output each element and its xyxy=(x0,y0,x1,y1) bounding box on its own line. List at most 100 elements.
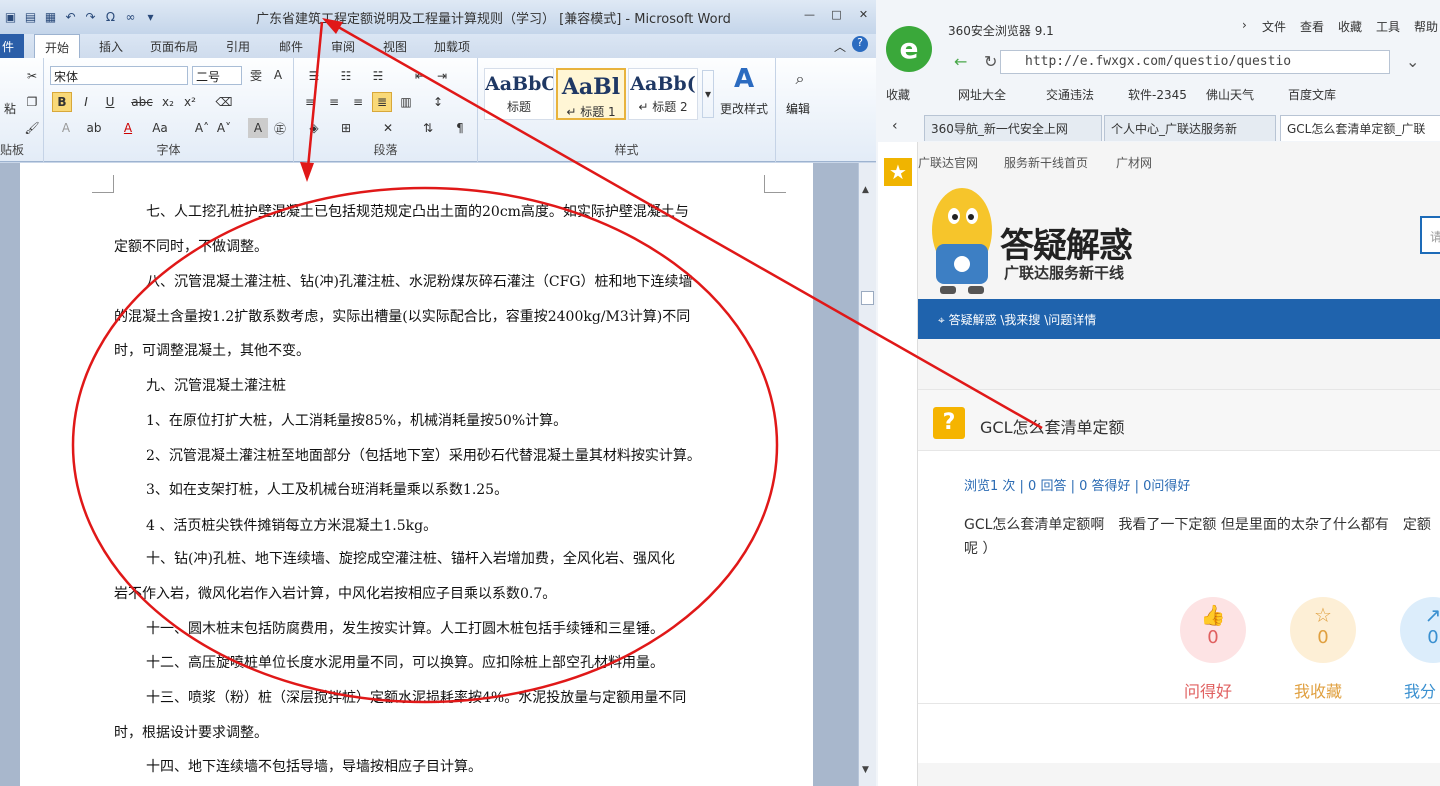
document-line[interactable]: 时，可调整混凝土，其他不变。 xyxy=(114,340,770,360)
tab-scroll-left-icon[interactable]: ‹ xyxy=(892,118,898,134)
document-line[interactable]: 七、人工挖孔桩护壁混凝土已包括规范规定凸出土面的20cm高度。如实际护壁混凝土与 xyxy=(146,201,802,221)
grow-font-icon[interactable]: A˄ xyxy=(192,118,212,138)
bookmark-favorites[interactable]: 收藏 xyxy=(886,86,910,103)
print-icon[interactable]: ▦ xyxy=(42,8,59,25)
browser-tab-gcl[interactable]: GCL怎么套清单定额_广联 xyxy=(1280,115,1440,141)
numbering-icon[interactable]: ☷ xyxy=(336,66,356,86)
scroll-down-icon[interactable]: ▼ xyxy=(862,765,869,775)
enclose-char-icon[interactable]: ㊣ xyxy=(270,118,290,138)
close-icon[interactable]: ✕ xyxy=(852,8,875,24)
distributed-icon[interactable]: ▥ xyxy=(396,92,416,112)
tab-mailings[interactable]: 邮件 xyxy=(279,38,303,55)
favorite-label[interactable]: 我收藏 xyxy=(1294,678,1342,702)
back-icon[interactable]: ← xyxy=(954,52,967,71)
tab-file[interactable]: 件 xyxy=(0,34,24,58)
decrease-indent-icon[interactable]: ⇤ xyxy=(410,66,430,86)
font-size-select[interactable]: 二号 xyxy=(192,66,242,85)
document-line[interactable]: 十、钻(冲)孔桩、地下连续墙、旋挖成空灌注桩、锚杆入岩增加费，全风化岩、强风化 xyxy=(146,548,802,568)
save-icon[interactable]: ▣ xyxy=(2,8,19,25)
font-color-icon[interactable]: A xyxy=(118,118,138,138)
bookmark-weather[interactable]: 佛山天气 xyxy=(1206,86,1254,103)
document-line[interactable]: 时，根据设计要求调整。 xyxy=(114,722,770,742)
maximize-icon[interactable]: □ xyxy=(825,8,848,24)
browser-tab-personal-center[interactable]: 个人中心_广联达服务新 xyxy=(1104,115,1276,141)
char-border-icon[interactable]: A xyxy=(268,65,288,85)
document-line[interactable]: 八、沉管混凝土灌注桩、钻(冲)孔灌注桩、水泥粉煤灰碎石灌注（CFG）桩和地下连续… xyxy=(146,271,802,291)
ribbon-collapse-icon[interactable]: ︿ xyxy=(834,38,846,55)
line-spacing-icon[interactable]: ↕ xyxy=(428,92,448,112)
align-right-icon[interactable]: ≡ xyxy=(348,92,368,112)
tab-view[interactable]: 视图 xyxy=(383,38,407,55)
paste-button[interactable]: 粘 xyxy=(0,98,20,118)
document-line[interactable]: 九、沉管混凝土灌注桩 xyxy=(146,375,802,395)
document-line[interactable]: 十一、圆木桩末包括防腐费用，发生按实计算。人工打圆木桩包括手续锤和三星锤。 xyxy=(146,618,802,638)
customize-qat-icon[interactable]: ▾ xyxy=(142,8,159,25)
change-styles-button[interactable]: 更改样式 xyxy=(720,100,768,117)
document-line[interactable]: 的混凝土含量按1.2扩散系数考虑，实际出槽量(以实际配合比，容重按2400kg/… xyxy=(114,306,770,326)
change-styles-icon[interactable]: A xyxy=(730,64,758,94)
font-name-select[interactable]: 宋体 xyxy=(50,66,188,85)
open-icon[interactable]: ▤ xyxy=(22,8,39,25)
bookmark-baidu-wenku[interactable]: 百度文库 xyxy=(1288,86,1336,103)
tab-references[interactable]: 引用 xyxy=(226,38,250,55)
scroll-thumb[interactable] xyxy=(861,291,874,305)
tab-addins[interactable]: 加载项 xyxy=(434,38,470,55)
cut-icon[interactable]: ✂ xyxy=(22,66,42,86)
menu-help[interactable]: 帮助 xyxy=(1414,18,1438,35)
shrink-font-icon[interactable]: A˅ xyxy=(214,118,234,138)
clear-format-icon[interactable]: ⌫ xyxy=(214,92,234,112)
document-line[interactable]: 岩不作入岩，微风化岩作入岩计算，中风化岩按相应子目乘以系数0.7。 xyxy=(114,583,770,603)
char-shading-icon[interactable]: A xyxy=(248,118,268,138)
document-line[interactable]: 定额不同时，不做调整。 xyxy=(114,236,770,256)
link-glodon-official[interactable]: 广联达官网 xyxy=(918,154,978,171)
show-marks-icon[interactable]: ¶ xyxy=(450,118,470,138)
bookmark-software[interactable]: 软件-2345 xyxy=(1128,86,1187,103)
copy-icon[interactable]: ❐ xyxy=(22,92,42,112)
sort-icon[interactable]: ⇅ xyxy=(418,118,438,138)
menu-tools[interactable]: 工具 xyxy=(1376,18,1400,35)
scroll-up-icon[interactable]: ▲ xyxy=(862,185,869,195)
document-page[interactable]: 七、人工挖孔桩护壁混凝土已包括规范规定凸出土面的20cm高度。如实际护壁混凝土与… xyxy=(20,163,813,786)
site-search-input[interactable]: 请 xyxy=(1420,216,1440,254)
style-heading1[interactable]: AaBl ↵ 标题 1 xyxy=(556,68,626,120)
redo-icon[interactable]: ↷ xyxy=(82,8,99,25)
minimize-icon[interactable]: — xyxy=(798,8,821,24)
document-line[interactable]: 4 、活页桩尖铁件摊销每立方米混凝土1.5kg。 xyxy=(146,515,802,535)
underline-icon[interactable]: U xyxy=(100,92,120,112)
document-line[interactable]: 十四、地下连续墙不包括导墙，导墙按相应子目计算。 xyxy=(146,756,802,776)
chinese-layout-icon[interactable]: ✕ xyxy=(378,118,398,138)
text-effects-icon[interactable]: A xyxy=(56,118,76,138)
favorite-button[interactable]: ☆ 0 xyxy=(1290,597,1356,663)
favorites-star-icon[interactable]: ★ xyxy=(884,158,912,186)
document-line[interactable]: 十三、喷浆（粉）桩（深层搅拌桩）定额水泥损耗率按4%。水泥投放量与定额用量不同 xyxy=(146,687,802,707)
tab-review[interactable]: 审阅 xyxy=(331,38,355,55)
edit-button[interactable]: 编辑 xyxy=(786,100,810,117)
binoculars-icon[interactable]: ⌕ xyxy=(788,66,812,92)
share-label[interactable]: 我分 xyxy=(1404,678,1436,702)
shading-icon[interactable]: ◈ xyxy=(304,118,324,138)
menu-chevron-icon[interactable]: › xyxy=(1242,18,1247,32)
document-line[interactable]: 2、沉管混凝土灌注桩至地面部分（包括地下室）采用砂石代替混凝土量其材料按实计算。 xyxy=(146,445,802,465)
menu-favorites[interactable]: 收藏 xyxy=(1338,18,1362,35)
like-button[interactable]: 👍 0 xyxy=(1180,597,1246,663)
strikethrough-icon[interactable]: abc xyxy=(131,92,153,112)
menu-view[interactable]: 查看 xyxy=(1300,18,1324,35)
style-heading2[interactable]: AaBb(↵ 标题 2 xyxy=(628,68,698,120)
like-label[interactable]: 问得好 xyxy=(1184,678,1232,702)
format-painter-icon[interactable]: 🖌 xyxy=(22,118,42,138)
italic-icon[interactable]: I xyxy=(76,92,96,112)
undo-icon[interactable]: ↶ xyxy=(62,8,79,25)
subscript-icon[interactable]: x₂ xyxy=(158,92,178,112)
highlight-icon[interactable]: ab xyxy=(84,118,104,138)
infinity-icon[interactable]: ∞ xyxy=(122,8,139,25)
browser-tab-360nav[interactable]: 360导航_新一代安全上网 xyxy=(924,115,1102,141)
align-left-icon[interactable]: ≡ xyxy=(300,92,320,112)
bullets-icon[interactable]: ☰ xyxy=(304,66,324,86)
document-line[interactable]: 3、如在支架打桩，人工及机械台班消耗量乘以系数1.25。 xyxy=(146,479,802,499)
align-center-icon[interactable]: ≡ xyxy=(324,92,344,112)
styles-scroll-icon[interactable]: ▾ xyxy=(702,70,714,118)
menu-file[interactable]: 文件 xyxy=(1262,18,1286,35)
multilevel-list-icon[interactable]: ☵ xyxy=(368,66,388,86)
document-line[interactable]: 1、在原位打扩大桩，人工消耗量按85%，机械消耗量按50%计算。 xyxy=(146,410,802,430)
omega-icon[interactable]: Ω xyxy=(102,8,119,25)
